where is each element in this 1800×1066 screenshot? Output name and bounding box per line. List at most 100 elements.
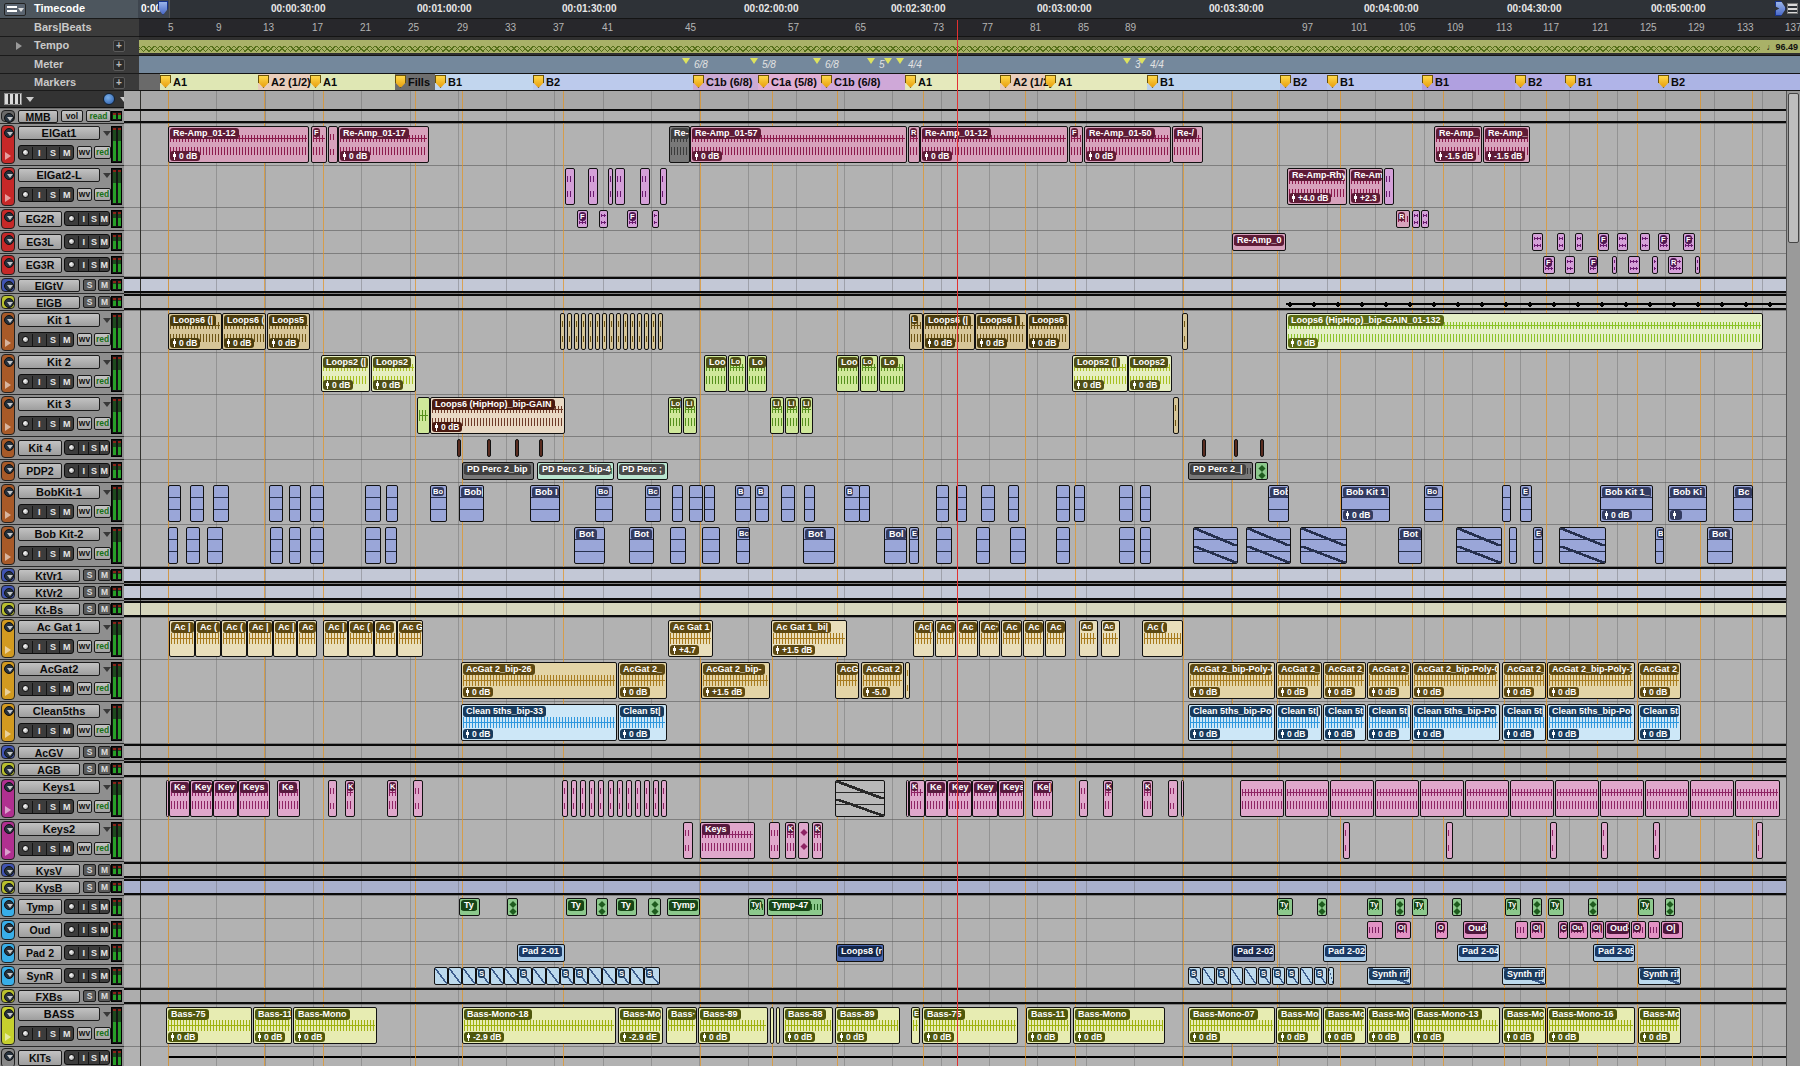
clip-synth-riff[interactable]: Synth riff bbox=[1502, 967, 1546, 985]
track-header-bass[interactable]: BASSISMwvred bbox=[0, 1005, 124, 1047]
clip-loops6-hiphop-bip-gain[interactable]: Loops6 (HipHop)_bip-GAIN0 dB bbox=[430, 397, 565, 434]
track-volume-button[interactable]: vol bbox=[61, 110, 83, 122]
track-header-keys2[interactable]: Keys2ISMwvred bbox=[0, 820, 124, 862]
clip[interactable] bbox=[567, 313, 572, 350]
record-enable-button[interactable] bbox=[68, 467, 75, 474]
clip-s[interactable]: S bbox=[644, 967, 660, 985]
clip[interactable] bbox=[1182, 313, 1188, 350]
clip-bass-mono[interactable]: Bass-Mono0 dB bbox=[293, 1007, 377, 1044]
clip[interactable] bbox=[835, 780, 885, 817]
track-playlist-arrow[interactable] bbox=[5, 194, 11, 202]
clock-icon[interactable] bbox=[103, 93, 115, 105]
track-s-button[interactable]: S bbox=[46, 147, 60, 159]
clip-acgat-2-[interactable]: AcGat 2_0 dB bbox=[1638, 662, 1681, 699]
clip[interactable] bbox=[1412, 210, 1420, 228]
track-name-dropdown[interactable] bbox=[103, 402, 111, 407]
bars-beats-ruler[interactable]: 5913172125293337414557657377818589971011… bbox=[139, 19, 1800, 37]
track-s-button[interactable]: S bbox=[46, 189, 60, 201]
track-view-selector[interactable]: wv bbox=[77, 682, 92, 695]
track-header-eg2r[interactable]: EG2RISM bbox=[0, 208, 124, 231]
clip-s[interactable]: S bbox=[1314, 967, 1327, 985]
track-collapse-button[interactable] bbox=[4, 315, 14, 325]
track-collapse-button[interactable] bbox=[4, 441, 14, 451]
track-name-dropdown[interactable] bbox=[103, 785, 111, 790]
track-s-button[interactable]: S bbox=[46, 641, 60, 653]
clip[interactable] bbox=[609, 313, 614, 350]
clip-pad-2-02[interactable]: Pad 2-02 bbox=[1323, 944, 1367, 962]
clip[interactable] bbox=[1202, 439, 1206, 457]
record-enable-button[interactable] bbox=[68, 444, 75, 451]
clip[interactable] bbox=[804, 485, 815, 522]
track-mute-button[interactable]: M bbox=[98, 569, 111, 581]
track-name[interactable]: KtVr2 bbox=[18, 586, 80, 599]
track-name-dropdown[interactable] bbox=[103, 173, 111, 178]
clip-k[interactable]: K bbox=[345, 780, 355, 817]
track-lane-eg2r[interactable]: FFR bbox=[124, 208, 1786, 231]
clip[interactable] bbox=[598, 780, 604, 817]
clip-e[interactable]: E bbox=[911, 1007, 920, 1044]
track-lane-keys1[interactable]: KeKeyKeyKeysKeKKKKeKeyKeyKeysKe|KK bbox=[124, 778, 1786, 820]
track-name[interactable]: PDP2 bbox=[18, 463, 62, 479]
clip-l[interactable]: L bbox=[909, 313, 923, 350]
clip-ac-gat-1-bi-[interactable]: Ac Gat 1_bi|+1.5 dB bbox=[771, 620, 847, 657]
clip[interactable] bbox=[365, 485, 381, 522]
track-name[interactable]: KtVr1 bbox=[18, 569, 80, 582]
track-automation-mode[interactable]: red bbox=[94, 188, 111, 201]
record-enable-button[interactable] bbox=[22, 149, 29, 156]
clip-tymp-47[interactable]: Tymp-47 bbox=[767, 898, 823, 916]
clip[interactable] bbox=[168, 485, 181, 522]
record-enable-button[interactable] bbox=[22, 1030, 29, 1037]
track-header-pad-2[interactable]: Pad 2ISM bbox=[0, 942, 124, 965]
clip-re-amp-rhy[interactable]: Re-Amp-Rhy+4.0 dB bbox=[1287, 168, 1347, 205]
track-solo-button[interactable]: S bbox=[83, 586, 96, 598]
clip-loops6-hiphop-bip-gain-01-132[interactable]: Loops6 (HipHop)_bip-GAIN_01-1320 dB bbox=[1286, 313, 1763, 350]
clip[interactable] bbox=[637, 313, 642, 350]
clip-synth-riff[interactable]: Synth riff bbox=[1367, 967, 1411, 985]
track-i-button[interactable]: I bbox=[32, 1028, 46, 1040]
track-lane-eg3r[interactable]: FFR bbox=[124, 254, 1786, 277]
clip-loops2[interactable]: Loops20 dB bbox=[1128, 355, 1172, 392]
clip-clean-5t-[interactable]: Clean 5t|0 dB bbox=[1276, 704, 1322, 741]
track-name-dropdown[interactable] bbox=[103, 131, 111, 136]
clip[interactable] bbox=[546, 967, 560, 985]
clip-f[interactable]: F bbox=[1598, 233, 1609, 251]
clip[interactable] bbox=[648, 898, 661, 916]
track-s-button[interactable]: S bbox=[46, 548, 60, 560]
clip[interactable] bbox=[658, 313, 663, 350]
track-automation-mode[interactable]: red bbox=[94, 547, 111, 560]
track-i-button[interactable]: I bbox=[32, 683, 46, 695]
clip[interactable] bbox=[1665, 898, 1675, 916]
clip[interactable] bbox=[1173, 397, 1179, 434]
track-collapse-button[interactable] bbox=[4, 923, 14, 933]
record-enable-button[interactable] bbox=[22, 191, 29, 198]
clip[interactable] bbox=[1612, 256, 1617, 274]
clip[interactable] bbox=[683, 822, 693, 859]
clip[interactable] bbox=[1317, 898, 1327, 916]
track-name[interactable]: BobKit-1 bbox=[18, 485, 100, 499]
track-m-button[interactable]: M bbox=[59, 1028, 73, 1040]
clip-clean-5t-[interactable]: Clean 5t|0 dB bbox=[1502, 704, 1546, 741]
clip[interactable] bbox=[589, 780, 595, 817]
clip-f[interactable]: F bbox=[1588, 256, 1598, 274]
clip-li[interactable]: Li bbox=[800, 397, 813, 434]
track-m-button[interactable]: M bbox=[99, 236, 109, 248]
track-lane-kysb[interactable] bbox=[124, 879, 1786, 896]
track-s-button[interactable]: S bbox=[88, 442, 98, 454]
clip-e[interactable]: E bbox=[909, 527, 919, 564]
tempo-ruler[interactable]: ♩96.49 bbox=[139, 37, 1800, 56]
clip-pd-perc-2-[interactable]: PD Perc 2_| bbox=[1188, 462, 1253, 480]
track-collapse-button[interactable] bbox=[4, 706, 14, 716]
clip-acgat-2[interactable]: AcGat 2-5.0 bbox=[861, 662, 904, 699]
track-record-input-solo-mute[interactable]: ISM bbox=[18, 145, 74, 160]
clip-s[interactable]: S bbox=[1272, 967, 1285, 985]
track-i-button[interactable]: I bbox=[32, 801, 46, 813]
track-name[interactable]: Oud bbox=[18, 922, 62, 938]
track-collapse-button[interactable] bbox=[4, 235, 14, 245]
ruler-label-meter[interactable]: Meter+ bbox=[0, 56, 139, 74]
clip-bass-11[interactable]: Bass-110 dB bbox=[1026, 1007, 1071, 1044]
track-collapse-button[interactable] bbox=[4, 487, 14, 497]
track-mute-button[interactable]: M bbox=[98, 603, 111, 615]
clip-clean-5ths-bip-poly[interactable]: Clean 5ths_bip-Poly0 dB bbox=[1412, 704, 1500, 741]
arrangement-area[interactable]: Re-Amp_01-120 dBFRe-Amp_01-170 dBRe-Re-A… bbox=[124, 91, 1786, 1066]
clip-acgat-2-[interactable]: AcGat 2_0 dB bbox=[618, 662, 667, 699]
